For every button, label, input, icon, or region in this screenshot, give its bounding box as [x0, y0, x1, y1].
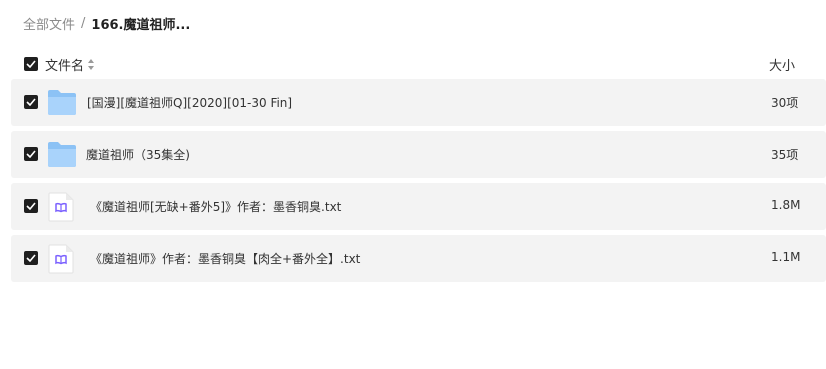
file-row[interactable]: [国漫][魔道祖师Q][2020][01-30 Fin] 30项	[11, 79, 826, 126]
file-row[interactable]: 《魔道祖师》作者：墨香铜臭【肉全+番外全】.txt 1.1M	[11, 235, 826, 282]
book-file-icon	[48, 244, 74, 274]
file-size: 1.8M	[771, 198, 801, 212]
file-list-header: 文件名 大小	[11, 50, 826, 78]
breadcrumb-current-folder: 166.魔道祖师...	[91, 17, 191, 33]
breadcrumb: 全部文件 / 166.魔道祖师...	[23, 14, 191, 33]
file-size: 35项	[771, 148, 799, 162]
sort-up-down-icon[interactable]	[88, 59, 95, 70]
folder-icon	[48, 142, 76, 167]
breadcrumb-root-link[interactable]: 全部文件	[23, 14, 75, 33]
file-size: 30项	[771, 96, 799, 110]
file-name-link[interactable]: 《魔道祖师[无缺+番外5]》作者：墨香铜臭.txt	[90, 198, 341, 215]
row-checkbox[interactable]	[24, 199, 38, 213]
breadcrumb-separator: /	[81, 15, 86, 31]
file-size: 1.1M	[771, 250, 801, 264]
file-name-link[interactable]: 魔道祖师（35集全)	[86, 146, 190, 163]
name-column-label: 文件名	[45, 59, 85, 74]
file-row[interactable]: 魔道祖师（35集全) 35项	[11, 131, 826, 178]
book-file-icon	[48, 192, 74, 222]
file-row[interactable]: 《魔道祖师[无缺+番外5]》作者：墨香铜臭.txt 1.8M	[11, 183, 826, 230]
row-checkbox[interactable]	[24, 95, 38, 109]
file-name-link[interactable]: [国漫][魔道祖师Q][2020][01-30 Fin]	[87, 94, 292, 111]
size-column-header[interactable]: 大小	[769, 55, 795, 74]
row-checkbox[interactable]	[24, 251, 38, 265]
folder-icon	[48, 90, 76, 115]
name-column-header[interactable]: 文件名	[45, 55, 95, 74]
select-all-checkbox[interactable]	[24, 57, 38, 71]
row-checkbox[interactable]	[24, 147, 38, 161]
file-name-link[interactable]: 《魔道祖师》作者：墨香铜臭【肉全+番外全】.txt	[90, 250, 360, 267]
